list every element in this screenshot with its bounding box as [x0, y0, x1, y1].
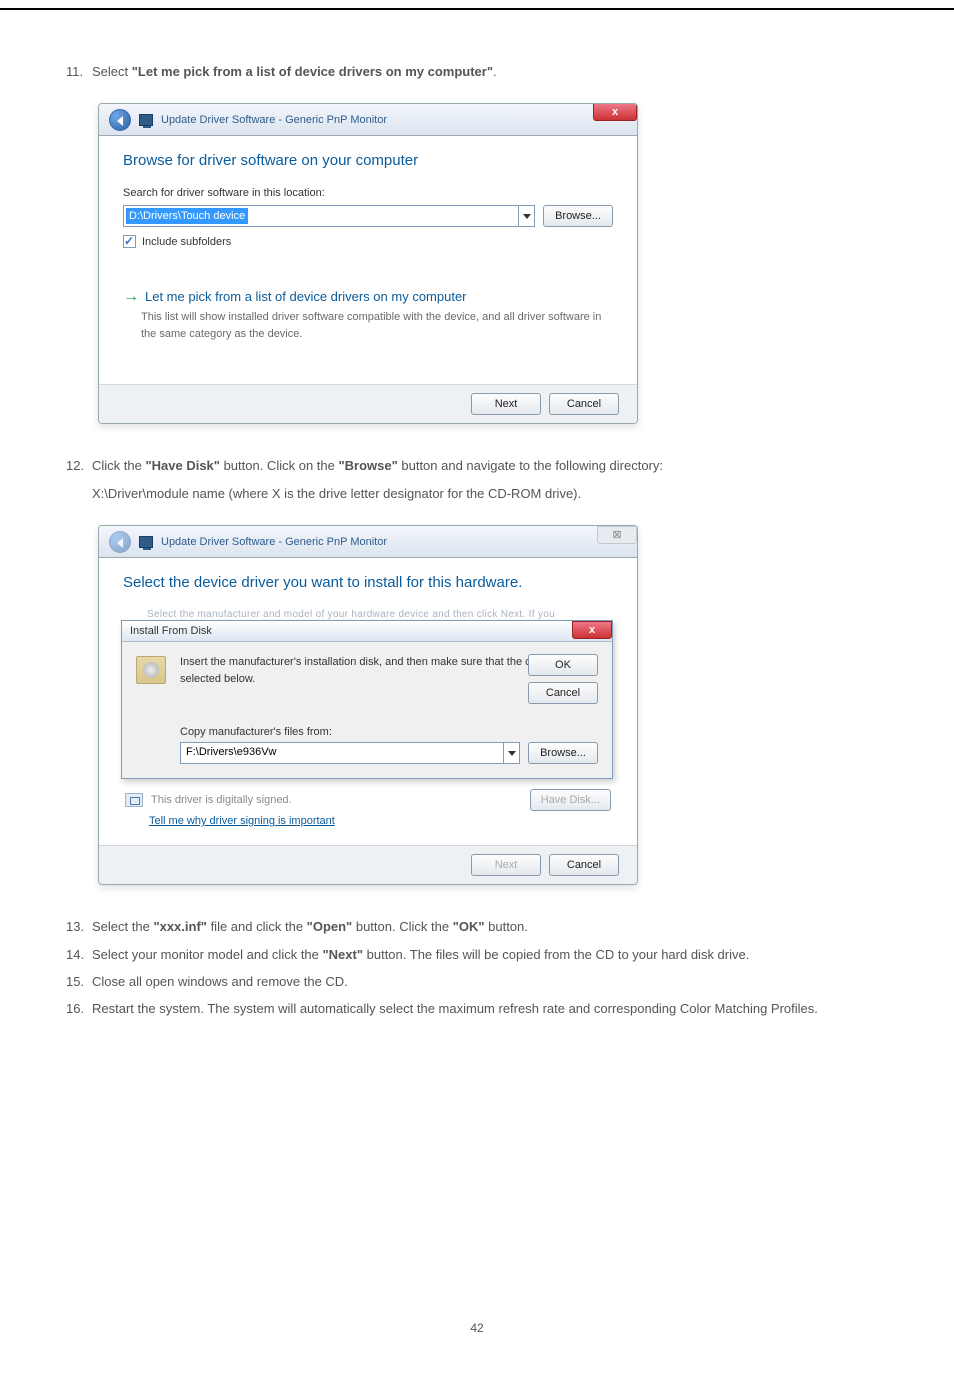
driver-path-combobox[interactable]: D:\Drivers\Touch device [123, 205, 535, 227]
back-button-disabled [109, 531, 131, 553]
close-button-2[interactable]: ⊠ [597, 526, 637, 544]
titlebar-2: Update Driver Software - Generic PnP Mon… [99, 526, 637, 558]
disk-icon [136, 656, 166, 684]
chevron-down-icon[interactable] [518, 206, 534, 226]
step12-subline: X:\Driver\module name (where X is the dr… [92, 482, 884, 505]
step-11: Select "Let me pick from a list of devic… [92, 60, 884, 83]
arrow-icon: → [123, 288, 139, 305]
manufacturer-path-value: F:\Drivers\e936Vw [186, 746, 276, 758]
monitor-icon [139, 114, 153, 126]
instruction-list-11: Select "Let me pick from a list of devic… [70, 60, 884, 83]
blurred-background-text: Select the manufacturer and model of you… [147, 609, 613, 620]
certificate-icon [125, 793, 143, 807]
driver-path-value: D:\Drivers\Touch device [126, 208, 248, 224]
instruction-list-12: Click the "Have Disk" button. Click on t… [70, 454, 884, 505]
cancel-button-2[interactable]: Cancel [549, 854, 619, 876]
checkbox-icon [123, 235, 136, 248]
ok-button[interactable]: OK [528, 654, 598, 676]
step11-suffix: . [493, 64, 497, 79]
window-footer: Next Cancel [99, 384, 637, 423]
copy-files-label: Copy manufacturer's files from: [180, 726, 598, 738]
close-button[interactable]: x [593, 103, 637, 121]
signing-info-link[interactable]: Tell me why driver signing is important [149, 815, 613, 827]
window-title: Update Driver Software - Generic PnP Mon… [161, 114, 387, 126]
driver-browse-window: Update Driver Software - Generic PnP Mon… [98, 103, 638, 424]
window-body: Browse for driver software on your compu… [99, 136, 637, 384]
chevron-down-icon[interactable] [503, 743, 519, 763]
select-device-heading: Select the device driver you want to ins… [123, 574, 613, 591]
step11-option: "Let me pick from a list of device drive… [132, 64, 493, 79]
pick-link-description: This list will show installed driver sof… [141, 309, 613, 342]
window-footer-2: Next Cancel [99, 845, 637, 884]
browse-button-sub[interactable]: Browse... [528, 742, 598, 764]
monitor-icon [139, 536, 153, 548]
search-label: Search for driver software in this locat… [123, 187, 613, 199]
step-12: Click the "Have Disk" button. Click on t… [92, 454, 884, 505]
pick-from-list-link[interactable]: → Let me pick from a list of device drive… [123, 288, 613, 342]
browse-heading: Browse for driver software on your compu… [123, 152, 613, 169]
cancel-button-sub[interactable]: Cancel [528, 682, 598, 704]
install-from-disk-dialog: Install From Disk x Insert the manufactu… [121, 620, 613, 779]
manufacturer-path-combobox[interactable]: F:\Drivers\e936Vw [180, 742, 520, 764]
signed-driver-row: This driver is digitally signed. Have Di… [123, 789, 613, 811]
step-15: Close all open windows and remove the CD… [92, 970, 884, 993]
install-from-disk-window: Update Driver Software - Generic PnP Mon… [98, 525, 638, 885]
step-14: Select your monitor model and click the … [92, 943, 884, 966]
include-subfolders-label: Include subfolders [142, 236, 231, 248]
have-disk-button[interactable]: Have Disk... [530, 789, 611, 811]
subdialog-title: Install From Disk [130, 625, 212, 637]
step-16: Restart the system. The system will auto… [92, 997, 884, 1020]
subdialog-close-button[interactable]: x [572, 621, 612, 639]
pick-link-heading: Let me pick from a list of device driver… [145, 289, 467, 304]
step-13: Select the "xxx.inf" file and click the … [92, 915, 884, 938]
cancel-button[interactable]: Cancel [549, 393, 619, 415]
step11-prefix: Select [92, 64, 132, 79]
subdialog-titlebar: Install From Disk x [122, 621, 612, 642]
back-button[interactable] [109, 109, 131, 131]
next-button-disabled: Next [471, 854, 541, 876]
page-number: 42 [70, 1321, 884, 1335]
include-subfolders-checkbox[interactable]: Include subfolders [123, 235, 613, 248]
next-button[interactable]: Next [471, 393, 541, 415]
window-title-2: Update Driver Software - Generic PnP Mon… [161, 536, 387, 548]
instruction-list-13-16: Select the "xxx.inf" file and click the … [70, 915, 884, 1021]
browse-button[interactable]: Browse... [543, 205, 613, 227]
window-body-2: Select the device driver you want to ins… [99, 558, 637, 845]
signed-text: This driver is digitally signed. [151, 794, 292, 806]
titlebar: Update Driver Software - Generic PnP Mon… [99, 104, 637, 136]
